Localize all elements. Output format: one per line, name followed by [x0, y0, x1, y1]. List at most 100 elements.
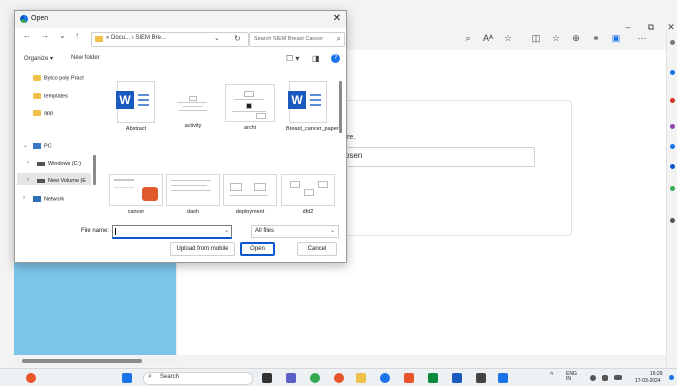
scrollbar-thumb[interactable] [22, 359, 142, 363]
chevron-down-icon: ⌄ [329, 228, 335, 234]
chevron-right-icon[interactable]: › [27, 177, 29, 183]
file-explorer-icon[interactable] [356, 373, 366, 383]
file-name: archi [244, 125, 256, 131]
nav-item-templates[interactable]: templates [33, 93, 68, 99]
favorites-bar-icon[interactable]: ☆ [550, 33, 562, 44]
open-button[interactable]: Open [240, 242, 275, 256]
sidebar-search-icon[interactable] [670, 40, 675, 45]
new-folder-button[interactable]: New folder [71, 55, 100, 61]
app-icon[interactable] [428, 373, 438, 383]
address-path[interactable]: « Docu... › SIEM Bre... [106, 35, 166, 41]
card-input[interactable] [340, 147, 535, 167]
file-item-dfd2[interactable]: dfd2 [280, 168, 336, 216]
folder-icon [95, 36, 103, 42]
read-aloud-icon[interactable]: Aᴬ [482, 33, 494, 43]
battery-icon[interactable] [614, 375, 622, 380]
help-icon[interactable]: ? [331, 54, 340, 63]
nav-item-windows-c[interactable]: Windows (C:) [37, 161, 81, 167]
whatsapp-icon[interactable] [310, 373, 320, 383]
sidebar-outlook-icon[interactable] [670, 164, 675, 169]
sidebar-office-icon[interactable] [670, 144, 675, 149]
clock-date[interactable]: 17-03-2024 [635, 378, 661, 384]
nav-item-label: PC [44, 143, 52, 150]
nav-item-new-volume[interactable]: New Volume (E [37, 178, 86, 184]
language-indicator[interactable]: ENG IN [566, 372, 580, 382]
sidebar-tools-icon[interactable] [670, 98, 675, 103]
change-view-icon[interactable]: ☐ ▾ [286, 54, 299, 63]
card-text-fragment: re. [347, 134, 356, 141]
chevron-down-icon[interactable]: ⌄ [214, 34, 220, 42]
edge-icon[interactable] [380, 373, 390, 383]
split-screen-icon[interactable]: ◫ [530, 33, 542, 44]
weather-icon[interactable] [26, 373, 36, 383]
nav-item-label: Network [44, 196, 65, 203]
up-arrow-icon[interactable]: ↑ [75, 31, 79, 40]
wifi-icon[interactable] [590, 375, 596, 381]
clock-time[interactable]: 16:29 [650, 371, 663, 377]
address-bar[interactable]: « Docu... › SIEM Bre... ⌄ ↻ [91, 32, 249, 47]
nav-item-pc[interactable]: PC [33, 143, 52, 149]
file-item-dash[interactable]: dash [165, 168, 221, 216]
favorite-icon[interactable]: ☆ [502, 33, 514, 44]
recent-locations-icon[interactable]: ⌄ [59, 31, 66, 40]
tray-overflow-icon[interactable]: ^ [550, 372, 553, 379]
nav-item-label: New Volume (E [48, 178, 86, 184]
back-arrow-icon[interactable]: ← [23, 31, 31, 40]
notification-icon[interactable] [669, 375, 674, 380]
file-type-select[interactable]: All files ⌄ [251, 225, 339, 238]
search-icon: ⌕ [336, 34, 341, 43]
taskbar-search[interactable]: ⌕ Search [143, 372, 253, 385]
more-menu-icon[interactable]: ⋯ [636, 33, 648, 44]
chrome-icon[interactable] [334, 373, 344, 383]
drive-icon [37, 161, 45, 166]
file-item-breast-cancer-paper[interactable]: W Breast_cancer_paper [280, 81, 339, 133]
dialog-close-icon[interactable]: ✕ [333, 13, 341, 24]
teams-icon[interactable] [286, 373, 296, 383]
find-icon[interactable]: ⌕ [462, 33, 474, 44]
folder-icon [33, 93, 41, 99]
file-name-input[interactable]: ⌄ [112, 225, 232, 239]
network-icon [33, 196, 41, 202]
forward-arrow-icon[interactable]: → [41, 31, 49, 40]
app-icon[interactable] [404, 373, 414, 383]
start-icon[interactable] [122, 373, 132, 383]
organize-button[interactable]: Organize ▾ [24, 55, 53, 62]
refresh-icon[interactable]: ↻ [234, 34, 241, 43]
file-item-abstract[interactable]: W Abstract [108, 81, 164, 133]
upload-from-mobile-button[interactable]: Upload from mobile [170, 242, 235, 256]
doc-thumbnail [281, 174, 335, 206]
app-icon[interactable] [476, 373, 486, 383]
profile-icon[interactable]: ▣ [610, 33, 622, 44]
chevron-down-icon[interactable]: ⌄ [224, 227, 229, 234]
sidebar-games-icon[interactable] [670, 124, 675, 129]
sidebar-add-icon[interactable] [670, 218, 675, 223]
word-icon[interactable] [452, 373, 462, 383]
chevron-right-icon[interactable]: › [23, 195, 25, 201]
nav-item-app[interactable]: app [33, 110, 53, 116]
file-pane-scrollbar[interactable] [339, 81, 342, 133]
preview-pane-icon[interactable]: ◨ [312, 54, 320, 63]
horizontal-scrollbar[interactable] [12, 358, 177, 364]
nav-item-bytco[interactable]: Bytco poly Pract [33, 75, 84, 81]
file-item-cancer[interactable]: cancer [108, 168, 164, 216]
chevron-down-icon[interactable]: ⌄ [23, 142, 28, 149]
nav-item-network[interactable]: Network [33, 196, 64, 202]
volume-icon[interactable] [602, 375, 608, 381]
file-item-deployment[interactable]: deployment [222, 168, 278, 216]
vscode-icon[interactable] [498, 373, 508, 383]
taskbar: ⌕ Search ^ ENG IN 16:29 17-03-2024 [0, 368, 677, 386]
sidebar-copilot-icon[interactable] [670, 70, 675, 75]
file-item-activity[interactable]: activity [165, 81, 221, 130]
extensions-icon[interactable]: ⚭ [590, 33, 602, 44]
file-item-archi[interactable]: archi [222, 81, 278, 132]
open-file-dialog: Open ✕ ← → ⌄ ↑ « Docu... › SIEM Bre... ⌄… [14, 10, 347, 263]
chevron-right-icon[interactable]: › [27, 160, 29, 166]
slide-thumbnail [109, 174, 163, 206]
cancel-button[interactable]: Cancel [297, 242, 337, 256]
collections-icon[interactable]: ⊕ [570, 33, 582, 44]
search-input[interactable]: Search SIEM Breast Cancer ⌕ [249, 32, 345, 47]
file-name: activity [184, 123, 202, 129]
task-view-icon[interactable] [262, 373, 272, 383]
nav-pane-scrollbar[interactable] [93, 155, 96, 185]
sidebar-drop-icon[interactable] [670, 186, 675, 191]
